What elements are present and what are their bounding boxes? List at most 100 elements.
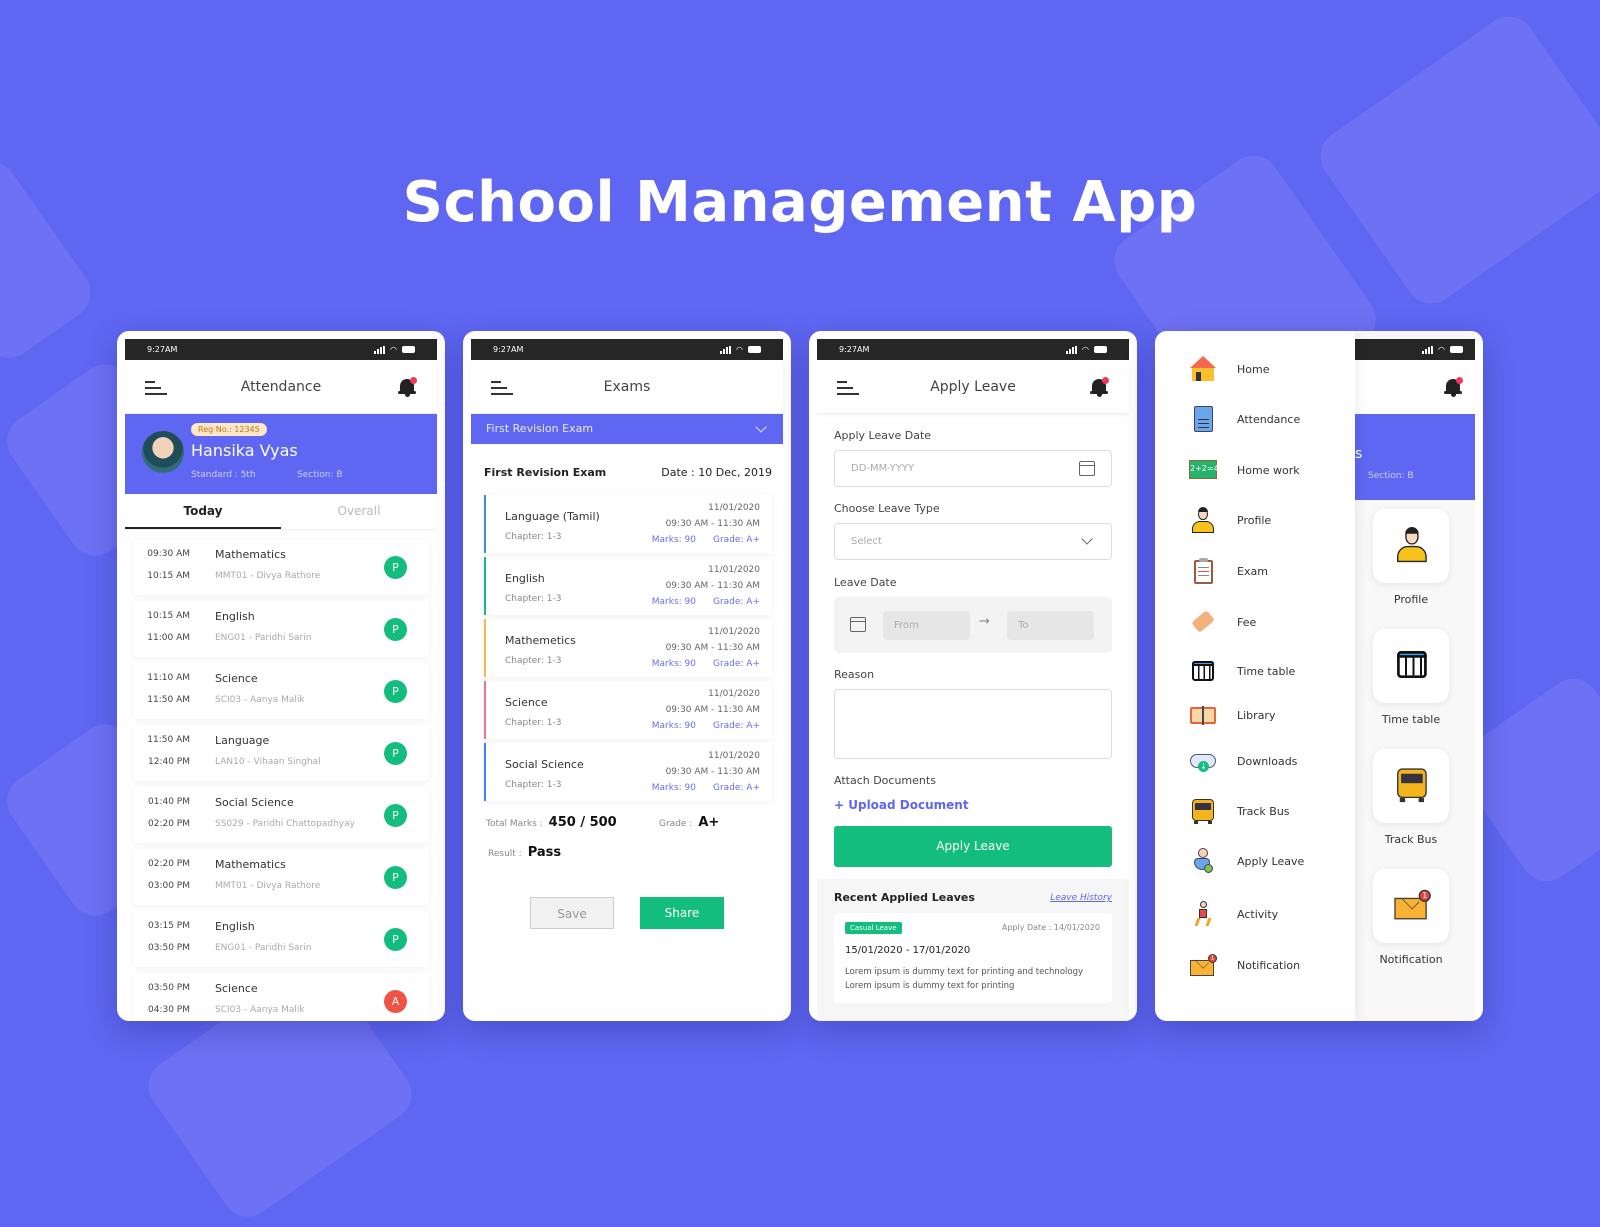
hamburger-menu-icon[interactable] bbox=[145, 380, 167, 396]
exam-subject-row[interactable]: Social Science Chapter: 1-3 11/01/2020 0… bbox=[484, 743, 772, 801]
drawer-item-exam[interactable]: Exam bbox=[1189, 558, 1268, 584]
app-header: Attendance bbox=[125, 360, 437, 414]
apply-date-label: Apply Leave Date bbox=[834, 429, 932, 442]
price-tag-icon bbox=[1189, 609, 1217, 635]
mail-notification-icon: 1 bbox=[1393, 887, 1431, 922]
bg-decor-tile bbox=[1310, 6, 1600, 314]
tab-today[interactable]: Today bbox=[125, 494, 281, 529]
exam-marks: Marks: 90 bbox=[651, 783, 696, 793]
drawer-item-downloads[interactable]: ↓ Downloads bbox=[1189, 748, 1297, 774]
battery-icon bbox=[1450, 346, 1463, 353]
attendance-status-badge: A bbox=[384, 990, 407, 1013]
tile-label: Notification bbox=[1379, 953, 1443, 966]
battery-icon bbox=[748, 346, 761, 353]
dashboard-tile-notification[interactable]: 1 Notification bbox=[1355, 869, 1467, 979]
apply-date-input[interactable]: DD-MM-YYYY bbox=[834, 450, 1112, 487]
screen-title: Apply Leave bbox=[930, 378, 1016, 395]
drawer-item-home-work[interactable]: 2+2=4 Home work bbox=[1189, 457, 1300, 483]
apply-leave-button[interactable]: Apply Leave bbox=[834, 826, 1112, 867]
subject-name: Science bbox=[215, 672, 258, 685]
calendar-icon[interactable] bbox=[1079, 461, 1095, 476]
student-name: Hansika Vyas bbox=[191, 441, 298, 460]
drawer-item-home[interactable]: Home bbox=[1189, 356, 1269, 382]
notification-bell-icon[interactable] bbox=[1089, 376, 1109, 398]
period-start-time: 02:20 PM bbox=[148, 859, 190, 869]
dashboard-tile-track-bus[interactable]: Track Bus bbox=[1355, 749, 1467, 859]
calendar-grid-icon bbox=[1393, 647, 1431, 682]
dashboard-behind-drawer: ◠ s Section: B Profile Time table Track Bu… bbox=[1355, 331, 1475, 1021]
exam-subject-row[interactable]: Science Chapter: 1-3 11/01/2020 09:30 AM… bbox=[484, 681, 772, 739]
leave-history-link[interactable]: Leave History bbox=[1050, 893, 1112, 903]
exam-subject-row[interactable]: Mathemetics Chapter: 1-3 11/01/2020 09:3… bbox=[484, 619, 772, 677]
dashboard-tile-profile[interactable]: Profile bbox=[1355, 509, 1467, 619]
hamburger-menu-icon[interactable] bbox=[837, 380, 859, 396]
hamburger-menu-icon[interactable] bbox=[491, 380, 513, 396]
drawer-item-attendance[interactable]: Attendance bbox=[1189, 406, 1300, 432]
student-name-fragment: s bbox=[1355, 446, 1363, 462]
signal-icon bbox=[1422, 345, 1434, 354]
leave-card[interactable]: Casual Leave Apply Date : 14/01/2020 15/… bbox=[834, 913, 1112, 1003]
subject-name: English bbox=[215, 610, 255, 623]
drawer-item-label: Track Bus bbox=[1237, 804, 1290, 818]
to-date-input[interactable]: To bbox=[1007, 611, 1094, 640]
share-button[interactable]: Share bbox=[640, 897, 724, 929]
dashboard-tile-time-table[interactable]: Time table bbox=[1355, 629, 1467, 739]
drawer-item-fee[interactable]: Fee bbox=[1189, 609, 1256, 635]
exam-chapter: Chapter: 1-3 bbox=[505, 656, 562, 666]
period-start-time: 09:30 AM bbox=[147, 549, 190, 559]
attendance-list: 09:30 AM 10:15 AM Mathematics MMT01 - Di… bbox=[133, 539, 429, 1021]
mail-notification-icon: 1 bbox=[1189, 952, 1217, 978]
drawer-item-apply-leave[interactable]: Apply Leave bbox=[1189, 848, 1304, 874]
reason-textarea[interactable] bbox=[834, 689, 1112, 759]
upload-document-link[interactable]: + Upload Document bbox=[834, 798, 969, 812]
student-section: Section: B bbox=[1368, 471, 1414, 481]
period-end-time: 03:50 PM bbox=[148, 943, 190, 953]
student-profile-banner: s Section: B bbox=[1355, 414, 1475, 500]
attendance-row[interactable]: 03:15 PM 03:50 PM English ENG01 - Paridh… bbox=[133, 911, 429, 967]
exam-name: First Revision Exam bbox=[484, 466, 607, 479]
save-button[interactable]: Save bbox=[530, 897, 614, 929]
notification-bell-icon[interactable] bbox=[397, 376, 417, 398]
attendance-row[interactable]: 03:50 PM 04:30 PM Science SCI03 - Aanya … bbox=[133, 973, 429, 1021]
attendance-row[interactable]: 10:15 AM 11:00 AM English ENG01 - Paridh… bbox=[133, 601, 429, 657]
drawer-item-notification[interactable]: 1 Notification bbox=[1189, 952, 1300, 978]
attendance-row[interactable]: 09:30 AM 10:15 AM Mathematics MMT01 - Di… bbox=[133, 539, 429, 595]
attendance-row[interactable]: 11:50 AM 12:40 PM Language LAN10 - Vihaa… bbox=[133, 725, 429, 781]
bus-icon bbox=[1189, 798, 1217, 824]
drawer-item-label: Attendance bbox=[1237, 412, 1301, 426]
drawer-item-track-bus[interactable]: Track Bus bbox=[1189, 798, 1290, 824]
attendance-row[interactable]: 01:40 PM 02:20 PM Social Science SS029 -… bbox=[133, 787, 429, 843]
exam-row-date: 11/01/2020 bbox=[708, 627, 760, 637]
calendar-icon[interactable] bbox=[850, 617, 866, 632]
drawer-item-profile[interactable]: Profile bbox=[1189, 507, 1271, 533]
attendance-row[interactable]: 11:10 AM 11:50 AM Science SCI03 - Aanya … bbox=[133, 663, 429, 719]
exam-select-dropdown[interactable]: First Revision Exam bbox=[471, 414, 783, 444]
from-date-input[interactable]: From bbox=[883, 611, 970, 640]
exam-row-date: 11/01/2020 bbox=[708, 689, 760, 699]
drawer-item-activity[interactable]: Activity bbox=[1189, 901, 1278, 927]
signal-icon bbox=[720, 345, 732, 354]
reason-label: Reason bbox=[834, 668, 875, 681]
teacher-name: SCI03 - Aanya Malik bbox=[215, 1005, 305, 1015]
attendance-row[interactable]: 02:20 PM 03:00 PM Mathematics MMT01 - Di… bbox=[133, 849, 429, 905]
period-start-time: 11:10 AM bbox=[147, 673, 190, 683]
exam-subject-row[interactable]: English Chapter: 1-3 11/01/2020 09:30 AM… bbox=[484, 557, 772, 615]
tile-card bbox=[1373, 509, 1449, 583]
status-time: 9:27AM bbox=[493, 345, 524, 354]
attendance-tabs: Today Overall bbox=[125, 494, 437, 530]
tile-card bbox=[1373, 629, 1449, 703]
leave-type-value: Select bbox=[851, 536, 882, 547]
battery-icon bbox=[1094, 346, 1107, 353]
period-start-time: 10:15 AM bbox=[147, 611, 190, 621]
drawer-item-label: Downloads bbox=[1237, 754, 1298, 768]
student-profile-banner: Reg No.: 12345 Hansika Vyas Standard : 5… bbox=[125, 414, 437, 494]
leave-type-select[interactable]: Select bbox=[834, 523, 1112, 560]
drawer-item-library[interactable]: Library bbox=[1189, 702, 1275, 728]
drawer-item-label: Exam bbox=[1237, 564, 1268, 578]
drawer-item-time-table[interactable]: Time table bbox=[1189, 658, 1295, 684]
exam-subject-row[interactable]: Language (Tamil) Chapter: 1-3 11/01/2020… bbox=[484, 495, 772, 553]
tab-overall[interactable]: Overall bbox=[281, 494, 437, 529]
notification-bell-icon[interactable] bbox=[1443, 376, 1463, 398]
attach-documents-label: Attach Documents bbox=[834, 774, 936, 787]
profile-icon bbox=[1189, 507, 1217, 533]
